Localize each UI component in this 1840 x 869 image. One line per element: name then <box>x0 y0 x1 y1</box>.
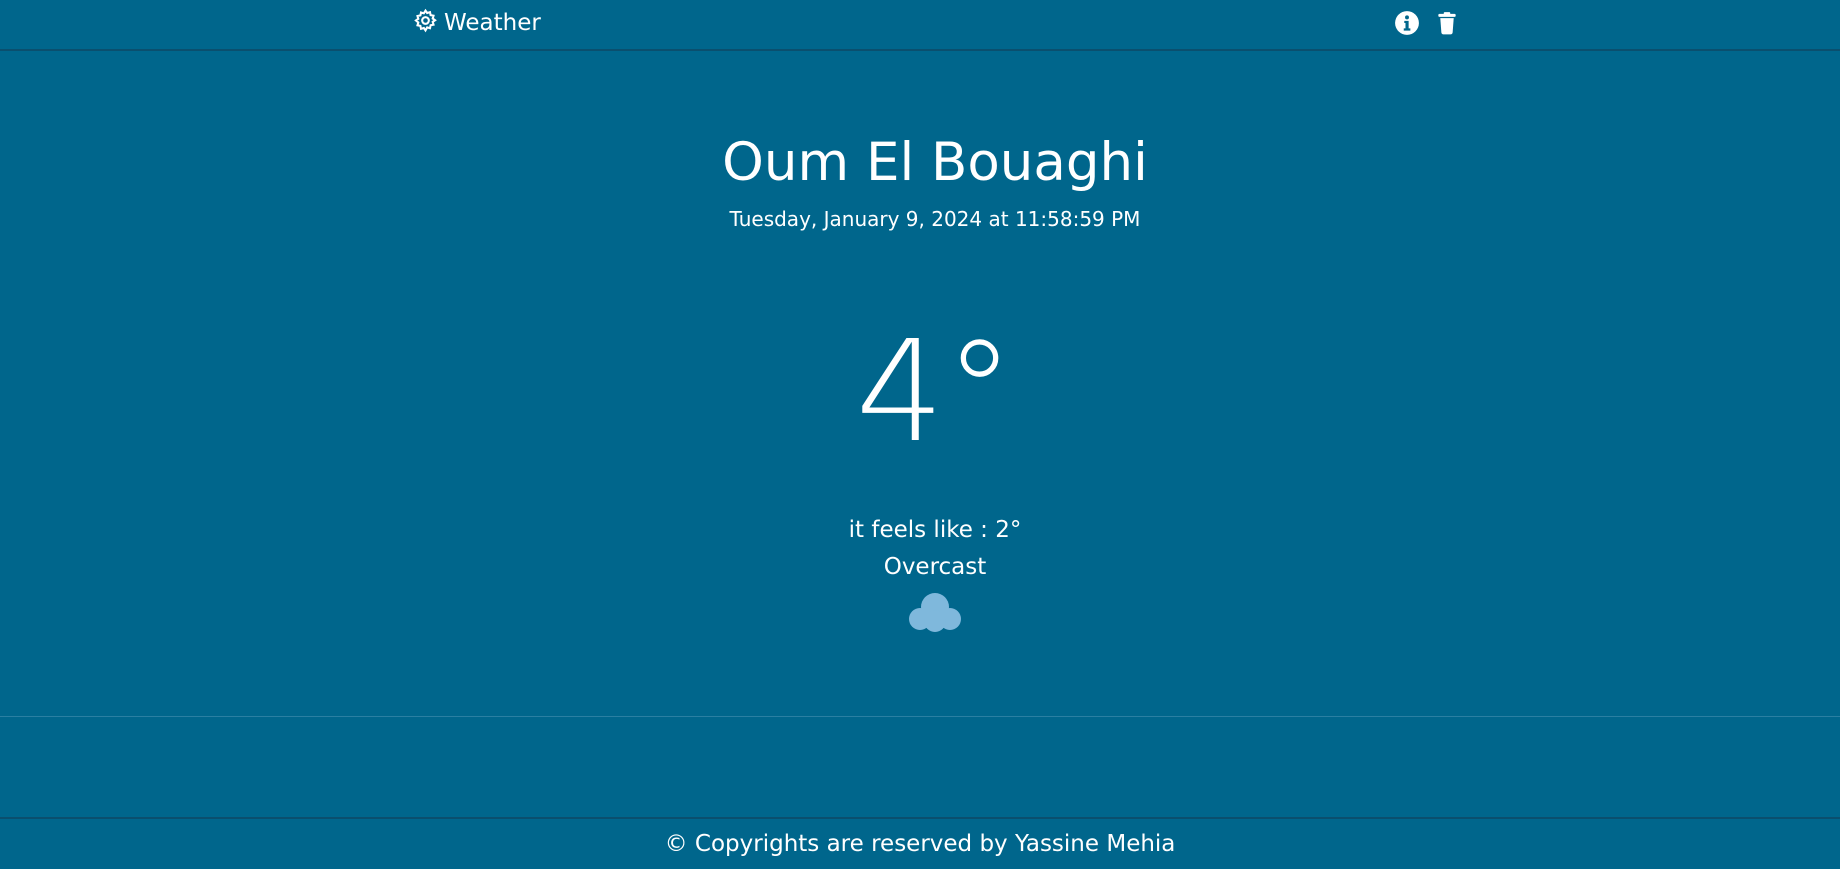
current-temperature: 4° <box>855 311 1015 474</box>
nav-actions <box>1394 10 1460 36</box>
local-datetime: Tuesday, January 9, 2024 at 11:58:59 PM <box>729 207 1141 231</box>
feels-like-text: it feels like : 2° <box>848 517 1022 543</box>
gear-icon <box>413 8 438 37</box>
footer: © Copyrights are reserved by Yassine Meh… <box>0 817 1840 869</box>
weather-condition: Overcast <box>883 554 987 580</box>
footer-copyright: © Copyrights are reserved by Yassine Meh… <box>664 831 1176 857</box>
info-icon[interactable] <box>1394 10 1420 36</box>
top-navbar: Weather <box>0 0 1840 51</box>
city-name: Oum El Bouaghi <box>722 132 1148 193</box>
cloud-icon <box>905 590 965 634</box>
section-divider <box>0 716 1840 717</box>
trash-icon[interactable] <box>1434 10 1460 36</box>
brand-link[interactable]: Weather <box>413 8 541 37</box>
brand-label: Weather <box>444 9 541 36</box>
